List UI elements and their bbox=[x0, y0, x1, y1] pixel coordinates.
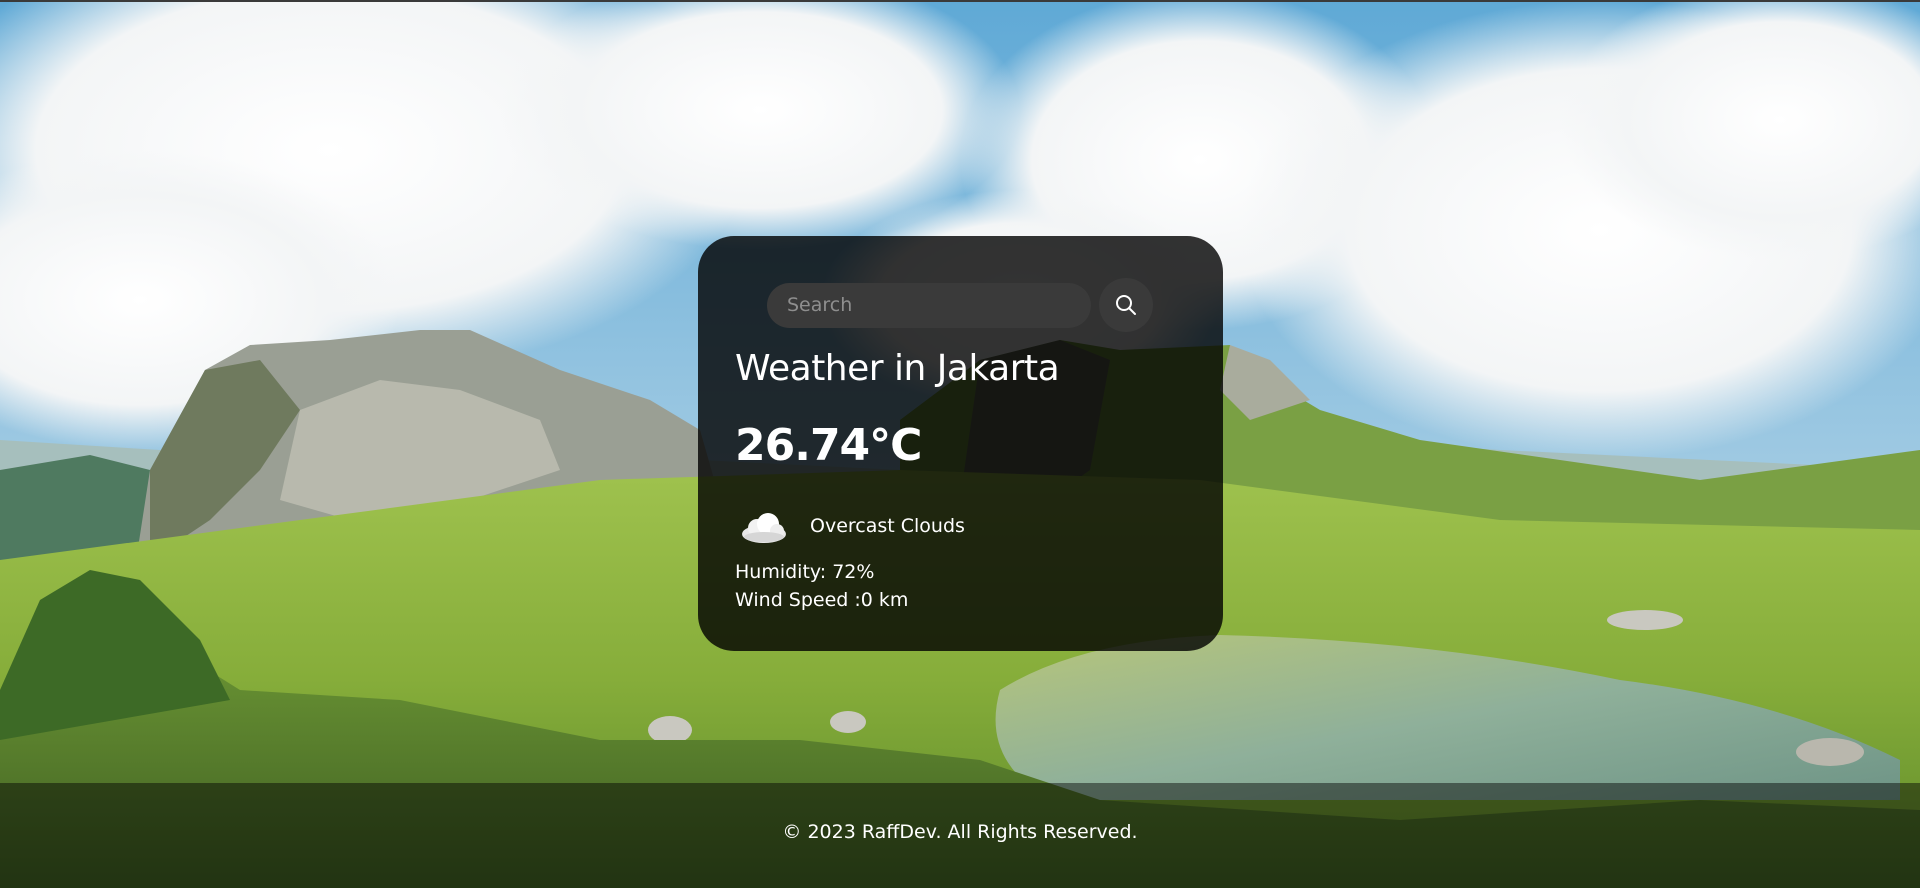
temperature-value: 26.74°C bbox=[735, 420, 922, 471]
search-icon bbox=[1116, 295, 1136, 315]
search-bar bbox=[767, 278, 1153, 332]
weather-card: Weather in Jakarta 26.74°C Overcast Clou… bbox=[698, 236, 1223, 651]
wind-speed-label: Wind Speed :0 km bbox=[735, 589, 909, 611]
search-button[interactable] bbox=[1099, 278, 1153, 332]
footer: © 2023 RaffDev. All Rights Reserved. bbox=[0, 783, 1920, 888]
search-input[interactable] bbox=[767, 282, 1091, 328]
city-title: Weather in Jakarta bbox=[735, 348, 1060, 389]
window-top-border bbox=[0, 0, 1920, 2]
cloud-icon bbox=[742, 513, 786, 543]
condition-row: Overcast Clouds bbox=[738, 506, 965, 546]
humidity-label: Humidity: 72% bbox=[735, 561, 875, 583]
condition-label: Overcast Clouds bbox=[810, 515, 965, 537]
copyright-text: © 2023 RaffDev. All Rights Reserved. bbox=[782, 820, 1138, 843]
